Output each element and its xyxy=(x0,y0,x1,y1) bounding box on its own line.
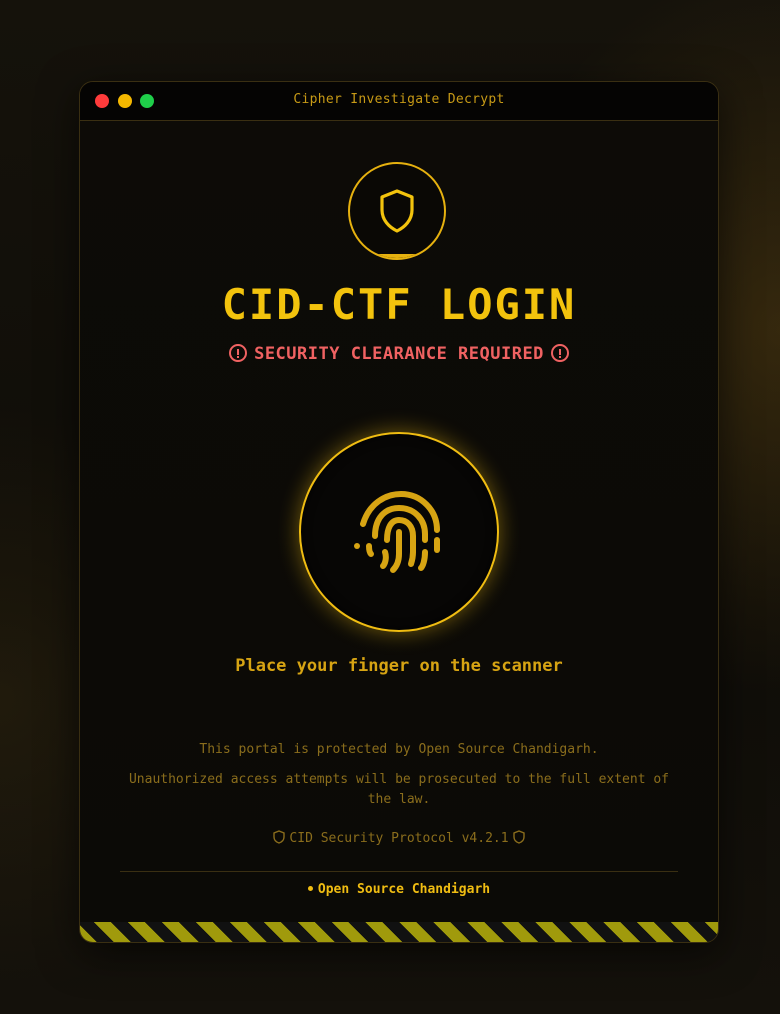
login-window: Cipher Investigate Decrypt CID-CTF LOGIN… xyxy=(79,81,719,943)
page-title: CID-CTF LOGIN xyxy=(221,280,577,329)
badge-underline xyxy=(374,254,420,258)
shield-badge xyxy=(348,162,446,260)
protocol-label: CID Security Protocol v4.2.1 xyxy=(289,831,509,846)
window-title: Cipher Investigate Decrypt xyxy=(293,92,505,107)
shield-icon xyxy=(380,189,414,233)
clearance-warning-text: SECURITY CLEARANCE REQUIRED xyxy=(254,344,544,364)
unauthorized-warning: Unauthorized access attempts will be pro… xyxy=(128,772,670,807)
shield-icon xyxy=(273,830,286,844)
protocol-version: CID Security Protocol v4.2.1 xyxy=(80,830,718,846)
fingerprint-icon xyxy=(354,490,440,573)
footer-brand-label: Open Source Chandigarh xyxy=(317,882,491,897)
bullet-icon xyxy=(307,886,313,891)
alert-circle-icon xyxy=(229,344,248,362)
footer-brand: Open Source Chandigarh xyxy=(80,882,718,897)
title-bar: Cipher Investigate Decrypt xyxy=(80,82,718,121)
shield-icon xyxy=(512,830,525,844)
footer-divider xyxy=(120,871,678,872)
hazard-stripe xyxy=(80,922,718,942)
clearance-warning: SECURITY CLEARANCE REQUIRED xyxy=(80,344,718,364)
fingerprint-scanner[interactable] xyxy=(299,432,499,632)
scan-instruction: Place your finger on the scanner xyxy=(235,656,563,676)
alert-circle-icon xyxy=(550,344,569,362)
protection-notice: This portal is protected by Open Source … xyxy=(199,742,599,757)
